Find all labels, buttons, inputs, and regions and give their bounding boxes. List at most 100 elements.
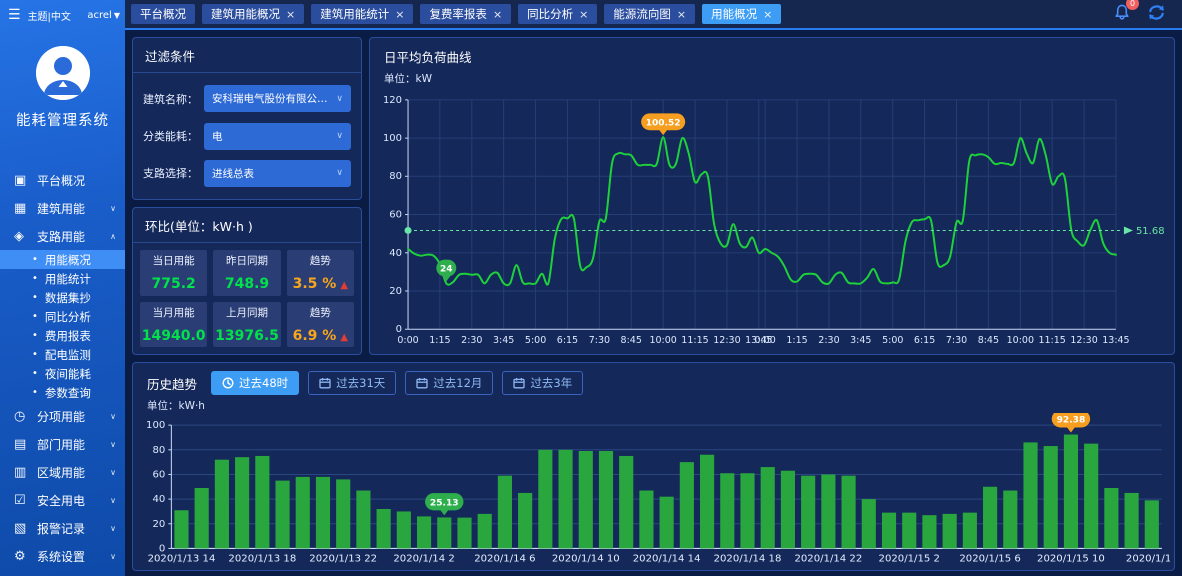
menu-toggle-icon[interactable]: ☰ [8,7,21,23]
comparison-cell-label: 趋势 [310,253,331,268]
bullet-icon: • [32,273,38,284]
tab[interactable]: 同比分析× [518,4,597,24]
sidebar-subitem[interactable]: •数据集抄 [0,288,125,307]
sidebar-item[interactable]: ▦建筑用能∨ [0,194,125,222]
sidebar-item-label: 平台概况 [37,172,116,189]
svg-text:2020/1/15: 2020/1/15 [1126,554,1170,565]
sidebar-subitem[interactable]: •参数查询 [0,383,125,402]
tab-close-icon[interactable]: × [763,8,772,21]
sidebar-subitem[interactable]: •配电监测 [0,345,125,364]
sidebar-item[interactable]: ▤部门用能∨ [0,430,125,458]
sidebar-subitem[interactable]: •用能概况 [0,250,125,269]
tab-label: 复费率报表 [429,6,487,22]
refresh-icon[interactable] [1147,4,1166,25]
sidebar-item-label: 区域用能 [37,464,110,481]
bar [801,476,815,549]
range-button[interactable]: 过去12月 [405,371,493,395]
sidebar-item[interactable]: ◷分项用能∨ [0,402,125,430]
content-area: 过滤条件 建筑名称：安科瑞电气股份有限公司A楼∨分类能耗：电∨支路选择：进线总表… [125,30,1182,576]
range-button-label: 过去12月 [433,375,482,391]
comparison-cell: 上月同期13976.5 [213,302,280,348]
svg-text:5:00: 5:00 [882,335,903,346]
bar [700,455,714,549]
tab[interactable]: 能源流向图× [604,4,695,24]
bar [195,488,209,548]
tab-close-icon[interactable]: × [395,8,404,21]
sidebar-subitem[interactable]: •夜间能耗 [0,364,125,383]
bar [943,514,957,549]
comparison-cell-label: 趋势 [310,305,331,320]
bar [215,460,229,549]
bullet-icon: • [32,292,38,303]
department-energy-icon: ▤ [14,437,37,452]
svg-text:20: 20 [152,519,165,530]
sidebar-item[interactable]: ▣平台概况 [0,166,125,194]
calendar-icon [319,377,331,389]
comparison-cell-label: 当月用能 [153,305,195,320]
bar [336,479,350,548]
chevron-down-icon: ∨ [110,468,116,477]
svg-text:0:00: 0:00 [755,335,776,346]
sidebar-item[interactable]: ▧报警记录∨ [0,514,125,542]
sidebar-subitem-label: 费用报表 [45,328,91,344]
tab-bar: 平台概况建筑用能概况×建筑用能统计×复费率报表×同比分析×能源流向图×用能概况× [131,4,1103,24]
svg-text:6:15: 6:15 [557,335,578,346]
svg-text:8:45: 8:45 [978,335,999,346]
filter-field-select[interactable]: 安科瑞电气股份有限公司A楼∨ [204,85,351,112]
range-button[interactable]: 过去3年 [502,371,583,395]
sidebar-subitem-label: 用能统计 [45,271,91,287]
svg-text:3:45: 3:45 [493,335,514,346]
calendar-icon [513,377,525,389]
tab[interactable]: 复费率报表 × [420,4,511,24]
notifications-bell-icon[interactable]: 0 [1113,3,1131,25]
svg-text:24: 24 [440,265,453,275]
filter-field: 分类能耗：电∨ [143,123,351,150]
svg-text:2020/1/14 22: 2020/1/14 22 [794,554,862,565]
platform-overview-icon: ▣ [14,173,37,188]
sidebar-subitem[interactable]: •费用报表 [0,326,125,345]
sidebar-item[interactable]: ◈支路用能∧ [0,222,125,250]
bar [174,510,188,548]
filter-field-select[interactable]: 电∨ [204,123,351,150]
bar [255,456,269,548]
chevron-down-icon: ∨ [110,552,116,561]
bar [740,473,754,548]
user-dropdown[interactable]: acrel ▼ [87,10,120,21]
tab-close-icon[interactable]: × [677,8,686,21]
sidebar-item[interactable]: ⚙系统设置∨ [0,542,125,570]
comparison-cell-label: 上月同期 [226,305,268,320]
bar [377,509,391,548]
range-button[interactable]: 过去48时 [211,371,299,395]
chevron-down-icon: ∨ [336,94,343,104]
tab-label: 建筑用能统计 [320,6,389,22]
bar [922,515,936,548]
daily-load-line-chart: 0204060801001200:001:152:303:455:006:157… [374,86,1170,351]
chevron-up-icon: ∧ [110,232,116,241]
svg-text:0:00: 0:00 [397,335,418,346]
bar [599,451,613,548]
sidebar-item[interactable]: ▥区域用能∨ [0,458,125,486]
sidebar-subitem[interactable]: •同比分析 [0,307,125,326]
filter-field-select[interactable]: 进线总表∨ [204,160,351,187]
tab[interactable]: 建筑用能统计 × [311,4,413,24]
svg-text:2020/1/15 2: 2020/1/15 2 [879,554,940,565]
tab-close-icon[interactable]: × [493,8,502,21]
comparison-cell: 昨日同期748.9 [213,250,280,296]
sidebar-item[interactable]: ☑安全用电∨ [0,486,125,514]
chart-marker: 92.38 [1052,413,1090,433]
bar [1084,444,1098,549]
svg-text:2020/1/13 14: 2020/1/13 14 [148,554,216,565]
tab-close-icon[interactable]: × [579,8,588,21]
bar [619,456,633,548]
safety-power-icon: ☑ [14,493,37,508]
tab-close-icon[interactable]: × [286,8,295,21]
tab[interactable]: 建筑用能概况× [202,4,304,24]
theme-language-switcher[interactable]: 主题|中文 [28,8,71,23]
tab[interactable]: 平台概况 [131,4,195,24]
range-button[interactable]: 过去31天 [308,371,396,395]
username-label: acrel [87,10,111,21]
sidebar-subitem[interactable]: • 用能统计 [0,269,125,288]
load-curve-title: 日平均负荷曲线 [370,38,1174,68]
bar [397,511,411,548]
tab[interactable]: 用能概况× [702,4,781,24]
